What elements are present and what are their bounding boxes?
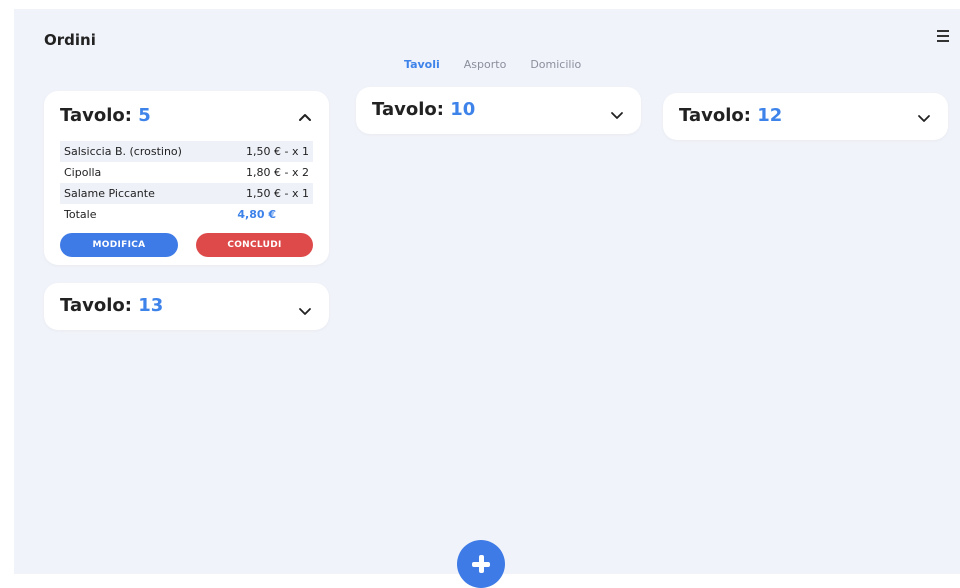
- list-item: Salame Piccante 1,50 € - x 1: [60, 183, 313, 204]
- total-row: Totale 4,80 €: [60, 204, 313, 225]
- table-card-5: Tavolo: 5 Salsiccia B. (crostino) 1,50 €…: [44, 91, 329, 265]
- tab-asporto[interactable]: Asporto: [464, 58, 507, 71]
- table-label: Tavolo:: [60, 105, 132, 126]
- table-card-header[interactable]: Tavolo: 5: [60, 105, 313, 131]
- table-title: Tavolo: 12: [679, 105, 782, 126]
- table-title: Tavolo: 5: [60, 105, 151, 126]
- table-label: Tavolo:: [372, 99, 444, 120]
- table-card-10[interactable]: Tavolo: 10: [356, 87, 641, 134]
- item-name: Cipolla: [64, 166, 102, 179]
- table-label: Tavolo:: [679, 105, 751, 126]
- page-title: Ordini: [44, 31, 96, 49]
- item-price: 1,50 € - x 1: [246, 145, 309, 158]
- table-card-12[interactable]: Tavolo: 12: [663, 93, 948, 140]
- item-price: 1,50 € - x 1: [246, 187, 309, 200]
- item-name: Salame Piccante: [64, 187, 155, 200]
- table-number: 10: [450, 99, 476, 120]
- table-card-header[interactable]: Tavolo: 12: [679, 105, 932, 131]
- table-number: 12: [757, 105, 783, 126]
- add-order-button[interactable]: [457, 540, 505, 588]
- chevron-down-icon[interactable]: [297, 303, 313, 319]
- table-card-header[interactable]: Tavolo: 13: [60, 295, 313, 321]
- tab-tavoli[interactable]: Tavoli: [404, 58, 440, 71]
- tab-domicilio[interactable]: Domicilio: [530, 58, 581, 71]
- list-item: Salsiccia B. (crostino) 1,50 € - x 1: [60, 141, 313, 162]
- chevron-down-icon[interactable]: [609, 107, 625, 123]
- list-item: Cipolla 1,80 € - x 2: [60, 162, 313, 183]
- item-price: 1,80 € - x 2: [246, 166, 309, 179]
- table-card-header[interactable]: Tavolo: 10: [372, 99, 625, 125]
- item-name: Salsiccia B. (crostino): [64, 145, 182, 158]
- modify-button[interactable]: MODIFICA: [60, 233, 178, 257]
- table-number: 13: [138, 295, 164, 316]
- chevron-down-icon[interactable]: [916, 110, 932, 126]
- total-label: Totale: [64, 208, 97, 221]
- conclude-button[interactable]: CONCLUDI: [196, 233, 313, 257]
- table-title: Tavolo: 13: [60, 295, 163, 316]
- table-label: Tavolo:: [60, 295, 132, 316]
- table-card-13[interactable]: Tavolo: 13: [44, 283, 329, 330]
- table-number: 5: [138, 105, 151, 126]
- hamburger-icon[interactable]: [934, 27, 952, 45]
- order-type-tabs: Tavoli Asporto Domicilio: [404, 58, 605, 71]
- app-container: Ordini Tavoli Asporto Domicilio Tavolo: …: [14, 9, 960, 574]
- chevron-up-icon[interactable]: [297, 109, 313, 125]
- total-value: 4,80 €: [237, 208, 276, 221]
- table-title: Tavolo: 10: [372, 99, 475, 120]
- order-items-list: Salsiccia B. (crostino) 1,50 € - x 1 Cip…: [60, 141, 313, 225]
